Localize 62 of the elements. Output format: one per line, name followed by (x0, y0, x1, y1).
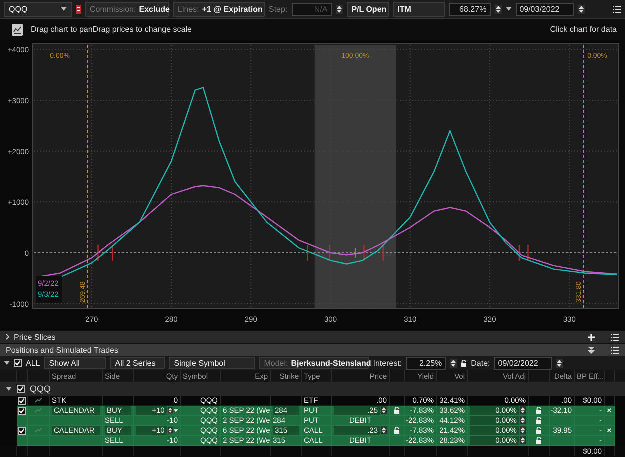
hint-text: Drag chart to panDrag prices to change scale (31, 25, 192, 34)
spinner-icon[interactable] (168, 426, 173, 435)
caret-icon[interactable] (6, 387, 12, 391)
checkbox[interactable] (18, 396, 26, 404)
all-label: ALL (26, 358, 40, 368)
spinner-icon[interactable] (494, 4, 502, 14)
chart-icon[interactable] (12, 24, 23, 36)
date-field[interactable]: 09/02/2022 (494, 356, 552, 370)
caret-icon (61, 7, 67, 11)
trend-icon (35, 428, 42, 433)
spinner-icon[interactable] (578, 4, 585, 14)
pl-mode-dropdown[interactable]: P/L Open (346, 2, 389, 16)
group-name: QQQ (30, 384, 52, 394)
spinner-icon[interactable] (520, 436, 526, 445)
spinner-icon[interactable] (520, 416, 526, 425)
interest-label: Interest: (373, 358, 402, 368)
lines-dropdown[interactable]: Lines: +1 @ Expiration (173, 2, 265, 16)
caret-icon (506, 7, 512, 11)
hint-text: Click chart for data (550, 25, 617, 34)
spinner-icon[interactable] (168, 406, 173, 415)
spinner-icon[interactable] (520, 426, 526, 435)
filter-dropdown[interactable]: Show All (44, 357, 106, 369)
date-label: Date: (471, 358, 490, 368)
probability-field[interactable]: 68.27% (448, 2, 491, 16)
series-dropdown[interactable]: All 2 Series (110, 357, 166, 369)
legend-background (36, 276, 62, 303)
spinner-icon[interactable] (381, 426, 387, 435)
caret-icon (4, 361, 10, 365)
caret-icon (174, 428, 178, 432)
step-label: Step: (269, 4, 288, 14)
checkbox[interactable] (17, 385, 25, 393)
lock-icon[interactable] (461, 360, 468, 366)
step-field: N/A (292, 2, 332, 16)
checkbox[interactable] (14, 359, 22, 367)
section-header[interactable]: Positions and Simulated Trades (0, 343, 625, 356)
plus-icon[interactable] (588, 334, 595, 340)
spinner-icon[interactable] (556, 358, 564, 368)
checkbox[interactable] (18, 426, 26, 434)
caret-icon (174, 408, 178, 412)
spinner-icon[interactable] (450, 358, 458, 368)
spinner-icon[interactable] (520, 406, 526, 415)
spinner-icon[interactable] (381, 406, 387, 415)
menu-icon[interactable] (611, 346, 619, 354)
symbol-mode-dropdown[interactable]: Single Symbol (169, 357, 256, 369)
section-title: Positions and Simulated Trades (6, 346, 119, 354)
chevron-right-icon (6, 334, 10, 340)
model-dropdown[interactable]: Model: Bjerksund-Stensland (259, 357, 370, 369)
symbol-dropdown[interactable]: QQQ (4, 2, 72, 16)
itm-dropdown[interactable]: ITM (392, 2, 445, 16)
menu-icon[interactable] (613, 6, 621, 12)
checkbox[interactable] (18, 406, 26, 414)
date-field[interactable]: 09/03/2022 (516, 2, 574, 16)
menu-icon[interactable] (611, 334, 619, 340)
group-row[interactable]: QQQ (0, 382, 625, 396)
commission-dropdown[interactable]: Commission: Exclude (85, 2, 169, 16)
collapse-icon[interactable] (588, 346, 595, 354)
section-title: Price Slices (14, 332, 56, 342)
alert-icon[interactable] (76, 4, 81, 14)
spinner-icon[interactable] (336, 4, 343, 14)
section-header[interactable]: Price Slices (0, 330, 625, 343)
interest-field[interactable]: 2.25% (406, 356, 446, 370)
current-price-marker (354, 248, 356, 259)
